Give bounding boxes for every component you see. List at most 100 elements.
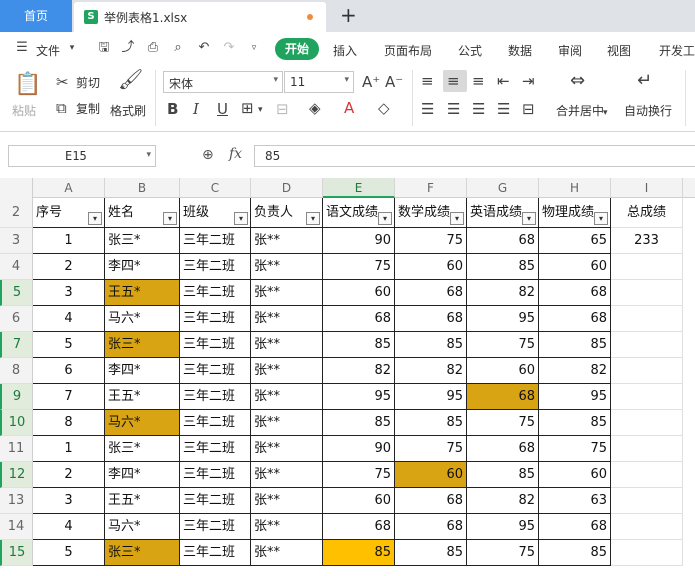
table-cell[interactable]: 68 (395, 306, 467, 332)
table-cell[interactable]: 63 (539, 488, 611, 514)
table-cell[interactable]: 82 (323, 358, 395, 384)
header-cell[interactable]: 班级 ▾ (180, 198, 251, 228)
table-cell[interactable]: 张** (251, 332, 323, 358)
table-cell[interactable]: 张** (251, 254, 323, 280)
filter-dropdown-icon[interactable]: ▾ (378, 212, 392, 225)
menu-review[interactable]: 审阅 (558, 42, 582, 59)
table-cell[interactable]: 张** (251, 436, 323, 462)
table-cell[interactable]: 1 (33, 436, 105, 462)
table-cell[interactable]: 90 (323, 436, 395, 462)
table-cell[interactable]: 85 (467, 254, 539, 280)
column-header-c[interactable]: C (180, 178, 251, 198)
copy-button[interactable]: 复制 (76, 100, 100, 117)
decrease-indent-icon[interactable]: ⇤ (497, 72, 510, 90)
table-cell[interactable]: 3 (33, 280, 105, 306)
table-cell[interactable] (611, 332, 683, 358)
filter-dropdown-icon[interactable]: ▾ (594, 212, 608, 225)
table-cell[interactable]: 张** (251, 514, 323, 540)
header-cell[interactable]: 姓名 ▾ (105, 198, 180, 228)
filter-dropdown-icon[interactable]: ▾ (306, 212, 320, 225)
table-cell[interactable]: 60 (395, 254, 467, 280)
table-cell[interactable]: 75 (467, 540, 539, 566)
table-cell[interactable]: 三年二班 (180, 462, 251, 488)
print-preview-icon[interactable]: ⌕ (170, 40, 186, 56)
table-cell[interactable]: 张** (251, 306, 323, 332)
distributed-icon[interactable]: ⊟ (522, 100, 535, 118)
table-cell[interactable]: 三年二班 (180, 410, 251, 436)
formula-input[interactable]: 85 (254, 145, 695, 167)
merge-center-icon[interactable]: ⇔ (570, 72, 585, 90)
table-cell[interactable]: 68 (395, 514, 467, 540)
header-cell[interactable]: 序号 ▾ (33, 198, 105, 228)
justify-icon[interactable]: ☰ (497, 100, 510, 118)
table-cell[interactable]: 65 (539, 228, 611, 254)
table-cell[interactable]: 三年二班 (180, 358, 251, 384)
table-cell[interactable]: 68 (395, 488, 467, 514)
table-cell[interactable]: 张** (251, 488, 323, 514)
filter-dropdown-icon[interactable]: ▾ (88, 212, 102, 225)
header-cell[interactable]: 英语成绩 ▾ (467, 198, 539, 228)
table-cell[interactable]: 三年二班 (180, 436, 251, 462)
table-cell[interactable]: 85 (539, 332, 611, 358)
menu-data[interactable]: 数据 (508, 42, 532, 59)
table-cell[interactable] (611, 462, 683, 488)
table-cell[interactable]: 1 (33, 228, 105, 254)
font-color-icon[interactable]: A (344, 99, 354, 117)
header-cell[interactable]: 物理成绩 ▾ (539, 198, 611, 228)
filter-dropdown-icon[interactable]: ▾ (163, 212, 177, 225)
table-cell[interactable]: 82 (467, 488, 539, 514)
table-cell[interactable]: 95 (467, 306, 539, 332)
scissors-icon[interactable]: ✂ (56, 73, 69, 91)
table-cell[interactable]: 李四* (105, 254, 180, 280)
table-cell[interactable]: 75 (539, 436, 611, 462)
table-cell[interactable]: 4 (33, 514, 105, 540)
table-cell[interactable]: 2 (33, 254, 105, 280)
redo-icon[interactable]: ↷ (221, 40, 237, 56)
underline-icon[interactable]: U (217, 100, 228, 118)
table-cell[interactable]: 85 (323, 332, 395, 358)
table-cell[interactable]: 60 (467, 358, 539, 384)
table-cell[interactable]: 三年二班 (180, 332, 251, 358)
table-cell[interactable]: 85 (539, 410, 611, 436)
table-cell[interactable]: 68 (323, 306, 395, 332)
table-cell[interactable]: 马六* (105, 306, 180, 332)
row-header[interactable]: 11 (0, 436, 33, 462)
save-icon[interactable]: 🖫 (96, 40, 112, 56)
table-cell[interactable]: 8 (33, 410, 105, 436)
table-cell[interactable]: 张** (251, 358, 323, 384)
menu-formulas[interactable]: 公式 (458, 42, 482, 59)
table-cell[interactable]: 张三* (105, 332, 180, 358)
copy-icon[interactable]: ⧉ (56, 99, 67, 117)
table-cell[interactable]: 张** (251, 384, 323, 410)
table-cell[interactable]: 2 (33, 462, 105, 488)
table-cell[interactable]: 95 (323, 384, 395, 410)
more-chevron-icon[interactable]: ▿ (246, 40, 262, 56)
table-cell[interactable]: 王五* (105, 488, 180, 514)
font-size-select[interactable]: 11 ▾ (284, 71, 354, 93)
table-cell[interactable]: 马六* (105, 410, 180, 436)
align-right-icon[interactable]: ☰ (472, 100, 485, 118)
table-cell[interactable]: 85 (323, 540, 395, 566)
table-cell[interactable]: 张三* (105, 436, 180, 462)
table-cell[interactable]: 85 (539, 540, 611, 566)
table-cell[interactable]: 75 (395, 436, 467, 462)
table-cell[interactable]: 82 (539, 358, 611, 384)
column-header-a[interactable]: A (33, 178, 105, 198)
menu-home-tab[interactable]: 开始 (275, 38, 319, 60)
align-top-icon[interactable]: ≡ (421, 72, 434, 90)
table-cell[interactable]: 张** (251, 228, 323, 254)
table-cell[interactable]: 75 (467, 410, 539, 436)
column-header-d[interactable]: D (251, 178, 323, 198)
table-cell[interactable]: 68 (539, 280, 611, 306)
tab-document[interactable]: S 举例表格1.xlsx (74, 2, 326, 32)
undo-icon[interactable]: ↶ (196, 40, 212, 56)
format-painter-button[interactable]: 格式刷 (110, 102, 146, 119)
column-header-i[interactable]: I (611, 178, 683, 198)
table-cell[interactable]: 5 (33, 540, 105, 566)
hamburger-menu-icon[interactable]: ☰ (14, 40, 30, 56)
row-header[interactable]: 7 (0, 332, 33, 358)
table-cell[interactable]: 张** (251, 280, 323, 306)
table-cell[interactable] (611, 306, 683, 332)
table-cell[interactable] (611, 410, 683, 436)
borders-icon[interactable]: ⊞ (241, 99, 254, 117)
